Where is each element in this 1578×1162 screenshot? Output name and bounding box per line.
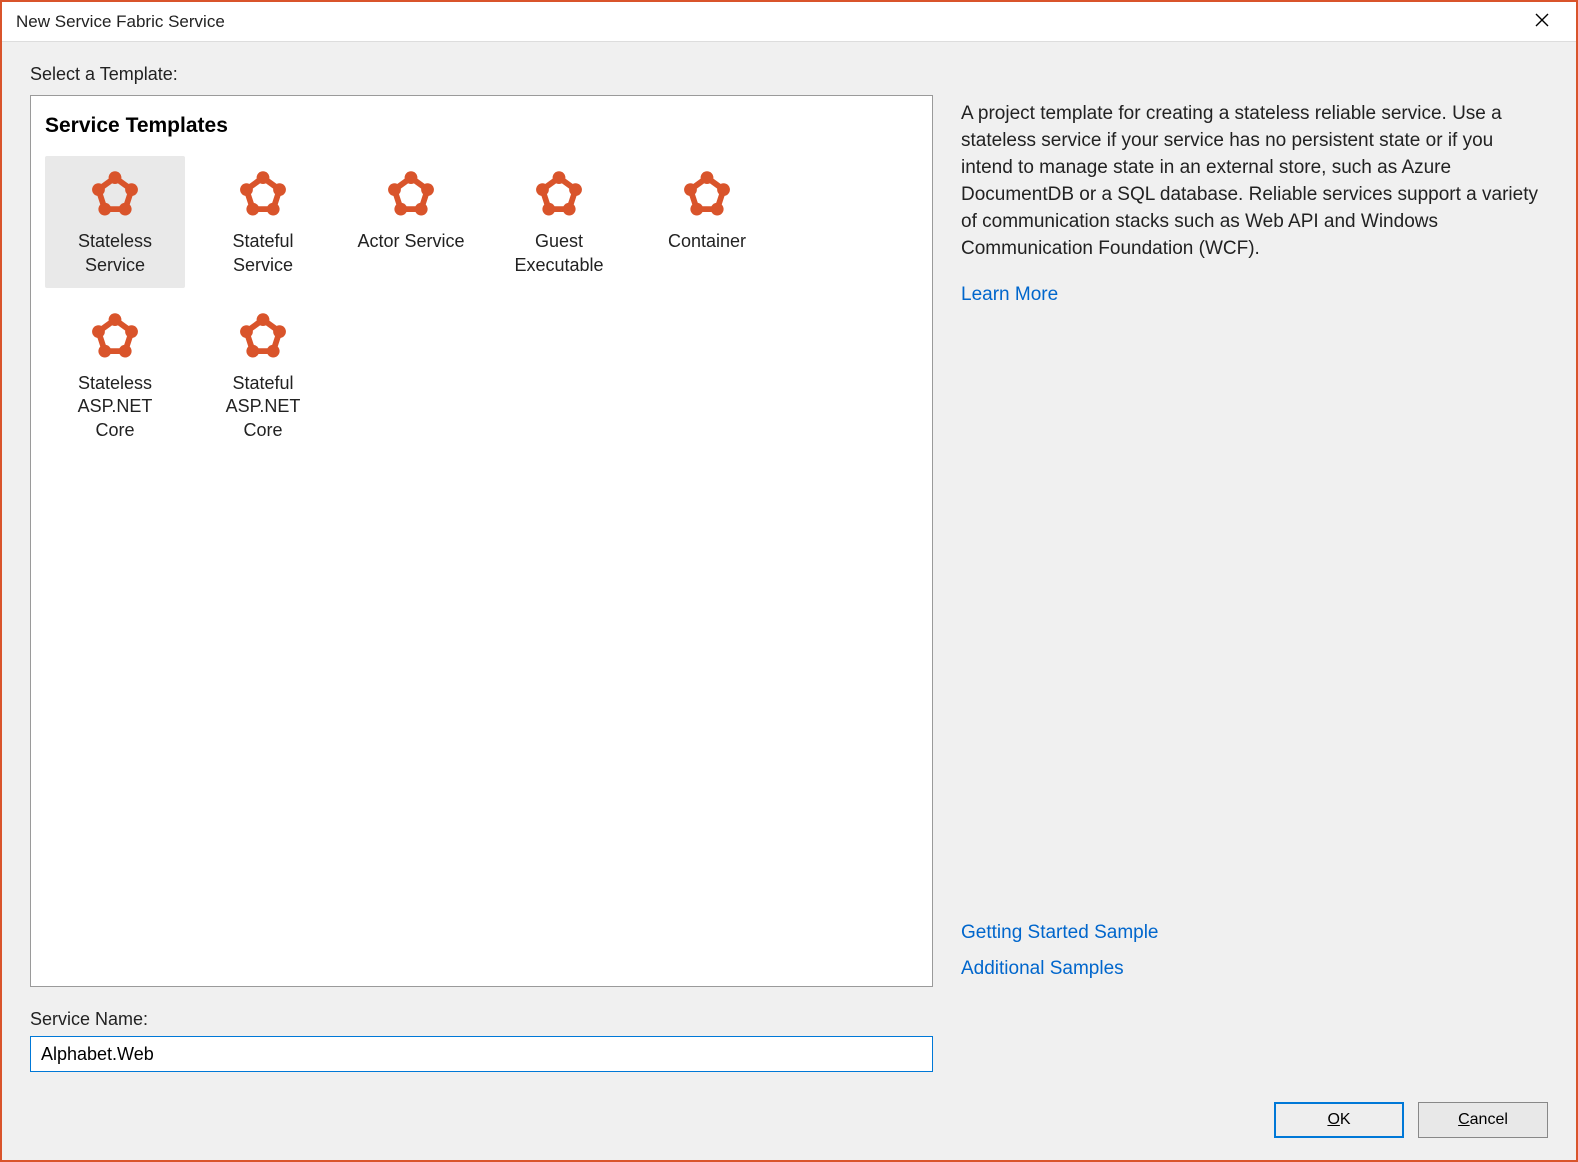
- template-list: Stateless Service Stateful Service: [45, 156, 918, 453]
- ok-button[interactable]: OK: [1274, 1102, 1404, 1138]
- template-label: Guest Executable: [493, 230, 625, 278]
- template-guest-executable[interactable]: Guest Executable: [489, 156, 629, 288]
- window-title: New Service Fabric Service: [16, 12, 225, 32]
- learn-more-link[interactable]: Learn More: [961, 277, 1058, 313]
- template-label: Stateless Service: [49, 230, 181, 278]
- button-bar: OK Cancel: [30, 1072, 1548, 1160]
- title-bar: New Service Fabric Service: [2, 2, 1576, 42]
- template-container[interactable]: Container: [637, 156, 777, 288]
- close-button[interactable]: [1522, 2, 1562, 42]
- templates-panel: Service Templates: [30, 95, 933, 987]
- template-label: Stateless ASP.NET Core: [49, 372, 181, 443]
- template-stateful-aspnet-core[interactable]: Stateful ASP.NET Core: [193, 298, 333, 453]
- template-label: Stateful Service: [197, 230, 329, 278]
- service-fabric-icon: [493, 164, 625, 230]
- additional-samples-link[interactable]: Additional Samples: [961, 951, 1124, 987]
- service-fabric-icon: [49, 164, 181, 230]
- template-description: A project template for creating a statel…: [961, 101, 1548, 263]
- cancel-button[interactable]: Cancel: [1418, 1102, 1548, 1138]
- service-fabric-icon: [197, 306, 329, 372]
- info-panel: A project template for creating a statel…: [961, 95, 1548, 987]
- template-stateless-service[interactable]: Stateless Service: [45, 156, 185, 288]
- template-label: Stateful ASP.NET Core: [197, 372, 329, 443]
- template-actor-service[interactable]: Actor Service: [341, 156, 481, 288]
- dialog-content: Select a Template: Service Templates: [2, 42, 1576, 1160]
- close-icon: [1535, 11, 1549, 32]
- service-name-section: Service Name:: [30, 1009, 1548, 1072]
- templates-heading: Service Templates: [45, 114, 918, 138]
- service-name-label: Service Name:: [30, 1009, 1548, 1030]
- service-fabric-icon: [49, 306, 181, 372]
- template-label: Actor Service: [345, 230, 477, 254]
- template-stateful-service[interactable]: Stateful Service: [193, 156, 333, 288]
- service-name-input[interactable]: [30, 1036, 933, 1072]
- template-label: Container: [641, 230, 773, 254]
- service-fabric-icon: [345, 164, 477, 230]
- service-fabric-icon: [197, 164, 329, 230]
- new-service-fabric-service-dialog: New Service Fabric Service Select a Temp…: [0, 0, 1578, 1162]
- template-stateless-aspnet-core[interactable]: Stateless ASP.NET Core: [45, 298, 185, 453]
- service-fabric-icon: [641, 164, 773, 230]
- getting-started-link[interactable]: Getting Started Sample: [961, 915, 1159, 951]
- select-template-label: Select a Template:: [30, 64, 1548, 85]
- middle-row: Service Templates: [30, 95, 1548, 987]
